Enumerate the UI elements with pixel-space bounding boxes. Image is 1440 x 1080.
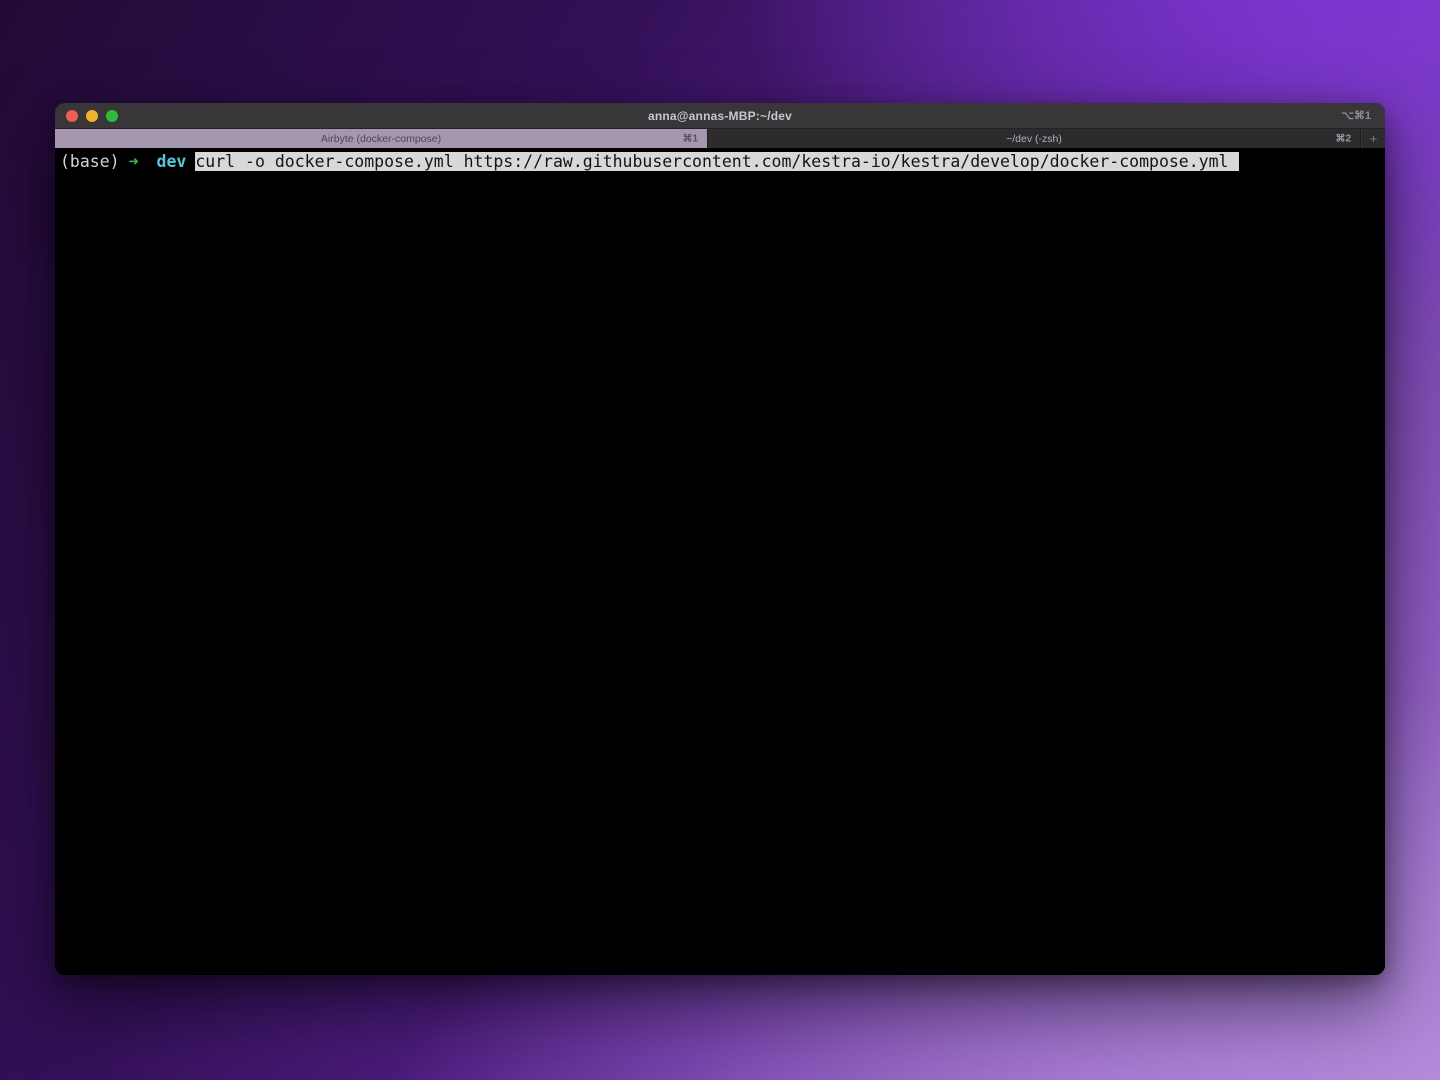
desktop-background: anna@annas-MBP:~/dev ⌥⌘1 Airbyte (docker… xyxy=(0,0,1440,1080)
terminal-window: anna@annas-MBP:~/dev ⌥⌘1 Airbyte (docker… xyxy=(55,103,1385,975)
tab-dev-zsh[interactable]: ~/dev (-zsh) ⌘2 xyxy=(708,129,1361,148)
tab-label: ~/dev (-zsh) xyxy=(1006,133,1062,145)
prompt-arrow: ➜ xyxy=(129,152,139,171)
prompt-line: (base) ➜ dev curl -o docker-compose.yml htt… xyxy=(60,151,1380,173)
new-tab-button[interactable]: + xyxy=(1361,129,1385,148)
prompt-dir: dev xyxy=(157,152,187,171)
command-text-selected[interactable]: curl -o docker-compose.yml https://raw.g… xyxy=(195,152,1239,171)
terminal-content[interactable]: (base) ➜ dev curl -o docker-compose.yml htt… xyxy=(55,148,1385,975)
plus-icon: + xyxy=(1370,131,1378,146)
tab-label: Airbyte (docker-compose) xyxy=(321,133,441,145)
tab-shortcut-hint: ⌘2 xyxy=(1335,133,1351,144)
window-shortcut-hint: ⌥⌘1 xyxy=(1341,109,1371,122)
window-titlebar[interactable]: anna@annas-MBP:~/dev ⌥⌘1 xyxy=(55,103,1385,129)
tab-airbyte-docker-compose[interactable]: Airbyte (docker-compose) ⌘1 xyxy=(55,129,708,148)
tab-shortcut-hint: ⌘1 xyxy=(682,133,698,144)
prompt-env: (base) xyxy=(60,152,120,171)
tab-bar: Airbyte (docker-compose) ⌘1 ~/dev (-zsh)… xyxy=(55,129,1385,148)
window-title: anna@annas-MBP:~/dev xyxy=(55,109,1385,123)
